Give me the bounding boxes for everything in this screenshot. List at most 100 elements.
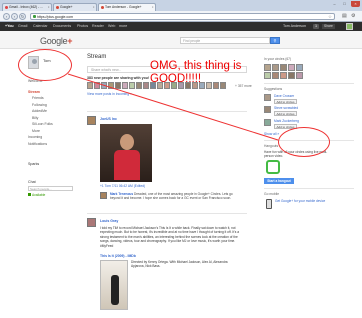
nav-notifications[interactable]: Notifications xyxy=(28,142,80,149)
gbar-gmail[interactable]: Gmail xyxy=(18,24,27,28)
avatar[interactable] xyxy=(136,82,142,89)
avatar[interactable] xyxy=(264,106,271,113)
browser-chrome: Gmail - Inbox (462) - ... × Google+ × To… xyxy=(0,0,362,22)
page-menu-icon[interactable]: ▤ xyxy=(342,13,347,19)
avatar[interactable] xyxy=(115,82,121,89)
gbar-share-button[interactable]: Share xyxy=(322,23,335,29)
add-to-circles-button[interactable]: Add to circles xyxy=(274,99,298,104)
suggestion-name[interactable]: Mark Zuckerberg xyxy=(274,119,299,123)
suggestion-name[interactable]: Dave Crosser xyxy=(274,94,294,98)
sparks-heading[interactable]: Sparks xyxy=(28,162,80,166)
stream-column: Stream Share what's new... 383 new peopl… xyxy=(85,49,255,318)
chat-status[interactable]: Available xyxy=(28,193,80,197)
chat-search-input[interactable]: Search people... xyxy=(28,186,73,191)
page-title: Stream xyxy=(87,54,107,60)
avatar[interactable] xyxy=(272,64,279,71)
avatar[interactable] xyxy=(264,64,271,71)
person-shirt xyxy=(114,150,140,180)
avatar[interactable] xyxy=(108,82,114,89)
hangouts-heading: Hangouts xyxy=(264,144,279,148)
view-more-link[interactable]: View more posts in Incoming » xyxy=(87,92,132,96)
avatar[interactable] xyxy=(280,64,287,71)
avatar[interactable] xyxy=(87,82,93,89)
googleplus-logo[interactable]: Google+ xyxy=(40,36,73,46)
close-icon[interactable]: × xyxy=(152,5,154,9)
gplus-header: Google+ Find people ⚲ xyxy=(0,31,362,49)
avatar[interactable] xyxy=(213,82,219,89)
url-bar[interactable]: https://plus.google.com ☆ xyxy=(30,13,335,20)
avatar[interactable] xyxy=(296,72,303,79)
figure-silhouette xyxy=(111,275,119,305)
lock-icon xyxy=(32,15,36,18)
back-arrow-icon[interactable]: ‹ xyxy=(3,13,10,20)
avatar[interactable] xyxy=(129,82,135,89)
post-text: I told my TiM to record Michael Jackson'… xyxy=(100,226,240,248)
star-icon[interactable]: ☆ xyxy=(328,14,332,20)
divider xyxy=(264,83,354,84)
person-head xyxy=(120,134,134,150)
avatar[interactable] xyxy=(87,116,96,125)
forward-arrow-icon[interactable]: › xyxy=(11,13,18,20)
avatar[interactable] xyxy=(288,64,295,71)
avatar[interactable] xyxy=(264,119,271,126)
avatar[interactable] xyxy=(94,82,100,89)
tab-tom-anderson[interactable]: Tom Anderson - Google+ × xyxy=(98,3,156,11)
window-close-button[interactable]: × xyxy=(351,1,360,7)
divider xyxy=(264,188,354,189)
avatar[interactable] xyxy=(272,72,279,79)
avatar[interactable] xyxy=(264,94,271,101)
avatar[interactable] xyxy=(143,82,149,89)
post-card: Louis Gray I told my TiM to record Micha… xyxy=(87,213,247,318)
gbar-photos[interactable]: Photos xyxy=(77,24,88,28)
album-cover-image[interactable] xyxy=(100,260,128,310)
search-input[interactable]: Find people xyxy=(180,37,270,44)
avatar[interactable] xyxy=(288,72,295,79)
notification-badge[interactable]: 1 xyxy=(313,23,319,29)
gbar-you[interactable]: +You xyxy=(5,24,14,28)
tab-googleplus[interactable]: Google+ × xyxy=(53,3,97,11)
annotation-line-1: OMG, this thing is xyxy=(150,60,242,72)
close-icon[interactable]: × xyxy=(93,5,95,9)
more-people-count[interactable]: + 357 more xyxy=(235,84,252,88)
show-all-link[interactable]: Show all » xyxy=(264,132,279,136)
suggestions-heading: Suggestions xyxy=(264,87,283,91)
avatar[interactable] xyxy=(87,218,96,227)
post-comment: Mark Tenenous Dreaded, one of the most a… xyxy=(110,192,233,201)
annotation-ellipse-profile xyxy=(18,49,72,81)
avatar[interactable] xyxy=(122,82,128,89)
post-photo[interactable] xyxy=(100,124,152,182)
post-author[interactable]: JoeUS Inc xyxy=(100,117,117,121)
gbar-documents[interactable]: Documents xyxy=(53,24,71,28)
wrench-icon[interactable]: ⚙ xyxy=(351,13,355,19)
post-author[interactable]: Louis Gray xyxy=(100,219,118,223)
add-to-circles-button[interactable]: Add to circles xyxy=(274,111,298,116)
reload-icon[interactable]: ↻ xyxy=(19,13,26,20)
avatar[interactable] xyxy=(296,64,303,71)
gbar-username[interactable]: Tom Anderson xyxy=(283,24,306,28)
gbar-more[interactable]: more xyxy=(119,24,127,28)
gmail-favicon-icon xyxy=(4,6,8,9)
gbar-reader[interactable]: Reader xyxy=(92,24,104,28)
gbar-calendar[interactable]: Calendar xyxy=(33,24,48,28)
avatar[interactable] xyxy=(264,72,271,79)
avatar[interactable] xyxy=(220,82,226,89)
avatar[interactable] xyxy=(101,82,107,89)
mobile-heading: Go mobile xyxy=(264,192,280,196)
avatar[interactable] xyxy=(100,192,107,199)
avatar[interactable] xyxy=(206,82,212,89)
avatar[interactable] xyxy=(280,72,287,79)
start-hangout-button[interactable]: Start a hangout xyxy=(264,178,294,184)
suggestion-name[interactable]: Steve scrawbled xyxy=(274,106,298,110)
close-icon[interactable]: × xyxy=(48,5,50,9)
mobile-link[interactable]: Get Google+ for your mobile device xyxy=(275,199,330,203)
maximize-button[interactable]: □ xyxy=(340,1,349,7)
gbar-web[interactable]: Web xyxy=(108,24,115,28)
search-icon[interactable]: ⚲ xyxy=(270,37,280,44)
tab-gmail[interactable]: Gmail - Inbox (462) - ... × xyxy=(2,3,52,11)
post-link[interactable]: This Is It (2009) - IMDb xyxy=(100,254,136,258)
circles-heading[interactable]: In your circles (67) xyxy=(264,57,291,61)
post-meta[interactable]: +1 Tom 7/11 06:42 AM (Edited) xyxy=(100,184,145,188)
annotation-ellipse-suggestion xyxy=(278,127,330,157)
avatar[interactable] xyxy=(346,23,353,30)
minimize-button[interactable]: – xyxy=(330,1,339,7)
